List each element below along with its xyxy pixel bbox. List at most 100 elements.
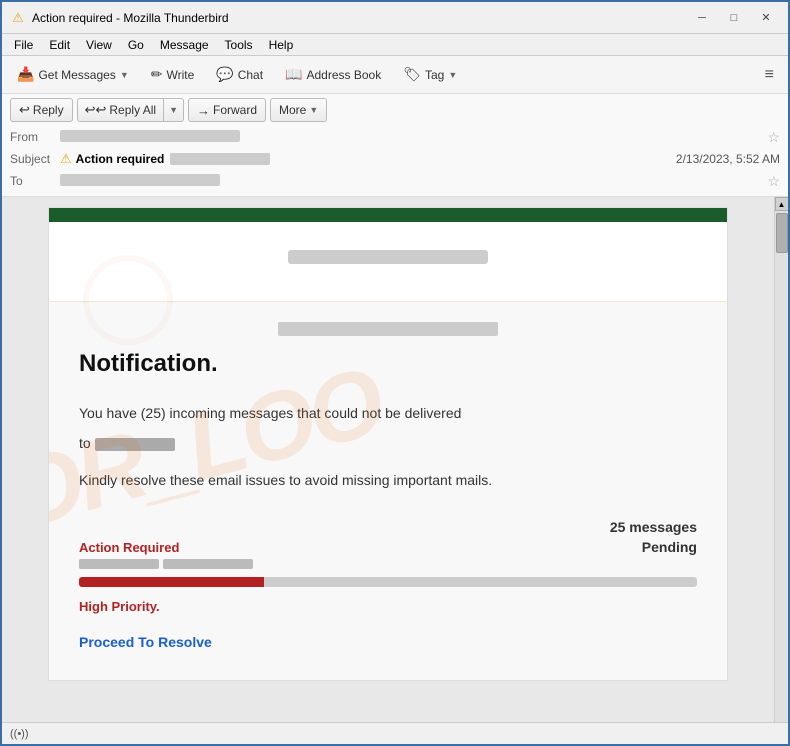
- from-row: From ☆: [10, 126, 780, 148]
- menu-help[interactable]: Help: [261, 36, 302, 54]
- address-book-label: Address Book: [306, 68, 381, 82]
- progress-bar-row: [79, 559, 697, 569]
- email-body-content: Notification. You have (25) incoming mes…: [49, 302, 727, 680]
- reply-all-dropdown-button[interactable]: ▼: [164, 102, 183, 118]
- email-sender-section: [79, 322, 697, 336]
- email-card-logo-area: [49, 222, 727, 302]
- star-button[interactable]: ☆: [767, 129, 780, 146]
- menu-tools[interactable]: Tools: [217, 36, 261, 54]
- action-left: Action Required: [79, 540, 179, 555]
- minimize-button[interactable]: ─: [688, 8, 716, 28]
- scrollbar-thumb[interactable]: [776, 213, 788, 253]
- action-required-label: Action Required: [79, 540, 179, 555]
- to-blurred: [60, 174, 220, 186]
- menu-bar: File Edit View Go Message Tools Help: [2, 34, 788, 56]
- title-bar-text: Action required - Mozilla Thunderbird: [32, 11, 688, 25]
- status-icon: ((•)): [10, 728, 29, 740]
- reply-button[interactable]: ↩ Reply: [10, 98, 73, 122]
- email-logo-blurred: [288, 250, 488, 264]
- email-header: ↩ Reply ↩↩ Reply All ▼ → Forward More ▼: [2, 94, 788, 197]
- scrollbar[interactable]: ▲: [774, 197, 788, 722]
- more-label: More: [279, 103, 306, 117]
- recipient-blurred: [95, 438, 175, 451]
- more-dropdown-icon: ▼: [309, 105, 318, 115]
- progress-name-blurred: [79, 559, 159, 569]
- to-value: [60, 174, 763, 188]
- chat-button[interactable]: 💬 Chat: [207, 61, 272, 88]
- get-messages-label: Get Messages: [38, 68, 115, 82]
- to-label: To: [10, 174, 60, 188]
- email-body-container: IOR_LOO Notification.: [2, 197, 788, 722]
- stats-pending: Pending: [642, 539, 697, 555]
- get-messages-dropdown-icon[interactable]: ▼: [120, 70, 129, 80]
- close-button[interactable]: ✕: [752, 8, 780, 28]
- subject-label: Subject: [10, 152, 60, 166]
- reply-all-label: Reply All: [109, 103, 156, 117]
- to-star-button[interactable]: ☆: [767, 173, 780, 190]
- to-row: To ☆: [10, 170, 780, 192]
- get-messages-icon: 📥: [17, 66, 34, 83]
- notification-title: Notification.: [79, 350, 697, 378]
- high-priority-label: High Priority.: [79, 599, 697, 614]
- subject-warning-icon: ⚠: [60, 151, 72, 167]
- from-value: [60, 130, 763, 144]
- reply-icon: ↩: [19, 102, 30, 118]
- reply-all-button[interactable]: ↩↩ Reply All: [78, 99, 163, 121]
- message-line2: to: [79, 432, 697, 454]
- reply-label: Reply: [33, 103, 64, 117]
- proceed-link[interactable]: Proceed To Resolve: [79, 634, 212, 650]
- stats-row: 25 messages: [79, 519, 697, 535]
- progress-bar-filled: [79, 577, 264, 587]
- toolbar: 📥 Get Messages ▼ ✏ Write 💬 Chat 📖 Addres…: [2, 56, 788, 94]
- address-book-button[interactable]: 📖 Address Book: [276, 61, 390, 88]
- chat-icon: 💬: [216, 66, 233, 83]
- action-required-row: Action Required Pending: [79, 539, 697, 555]
- forward-icon: →: [197, 103, 210, 118]
- message-line3: Kindly resolve these email issues to avo…: [79, 469, 697, 491]
- email-actions-bar: ↩ Reply ↩↩ Reply All ▼ → Forward More ▼: [10, 98, 780, 126]
- app-icon: ⚠: [10, 10, 26, 26]
- forward-button[interactable]: → Forward: [188, 98, 266, 122]
- subject-row: Subject ⚠ Action required 2/13/2023, 5:5…: [10, 148, 780, 170]
- tag-label: Tag: [425, 68, 444, 82]
- menu-message[interactable]: Message: [152, 36, 217, 54]
- write-button[interactable]: ✏ Write: [142, 61, 204, 88]
- message-line1-text: You have (25) incoming messages that cou…: [79, 405, 461, 421]
- progress-bar-empty: [264, 577, 697, 587]
- forward-label: Forward: [213, 103, 257, 117]
- message-to-text: to: [79, 435, 91, 451]
- tag-dropdown-icon[interactable]: ▼: [448, 70, 457, 80]
- menu-edit[interactable]: Edit: [41, 36, 78, 54]
- chat-label: Chat: [238, 68, 263, 82]
- sender-email-blurred: [278, 322, 498, 336]
- hamburger-menu[interactable]: ≡: [757, 62, 782, 88]
- maximize-button[interactable]: □: [720, 8, 748, 28]
- get-messages-button[interactable]: 📥 Get Messages ▼: [8, 61, 138, 88]
- subject-text: Action required: [76, 152, 165, 166]
- more-button[interactable]: More ▼: [270, 98, 327, 122]
- reply-all-split-button: ↩↩ Reply All ▼: [77, 98, 184, 122]
- write-label: Write: [166, 68, 194, 82]
- email-card-top-bar: [49, 208, 727, 222]
- title-bar: ⚠ Action required - Mozilla Thunderbird …: [2, 2, 788, 34]
- tag-icon: 🏷: [403, 66, 421, 83]
- menu-view[interactable]: View: [78, 36, 120, 54]
- subject-extra-blurred: [170, 153, 270, 165]
- email-body: IOR_LOO Notification.: [2, 197, 774, 722]
- email-card: IOR_LOO Notification.: [48, 207, 728, 681]
- message-line1: You have (25) incoming messages that cou…: [79, 402, 697, 424]
- reply-all-icon: ↩↩: [85, 102, 107, 118]
- window-controls: ─ □ ✕: [688, 8, 780, 28]
- from-blurred: [60, 130, 240, 142]
- write-icon: ✏: [151, 66, 163, 83]
- from-label: From: [10, 130, 60, 144]
- progress-blurred-label: [79, 559, 697, 569]
- email-timestamp: 2/13/2023, 5:52 AM: [676, 152, 780, 166]
- scrollbar-up-arrow[interactable]: ▲: [775, 197, 789, 211]
- menu-file[interactable]: File: [6, 36, 41, 54]
- stats-count: 25 messages: [610, 519, 697, 535]
- main-window: ⚠ Action required - Mozilla Thunderbird …: [0, 0, 790, 746]
- tag-button[interactable]: 🏷 Tag ▼: [394, 61, 466, 88]
- progress-email-blurred: [163, 559, 253, 569]
- menu-go[interactable]: Go: [120, 36, 152, 54]
